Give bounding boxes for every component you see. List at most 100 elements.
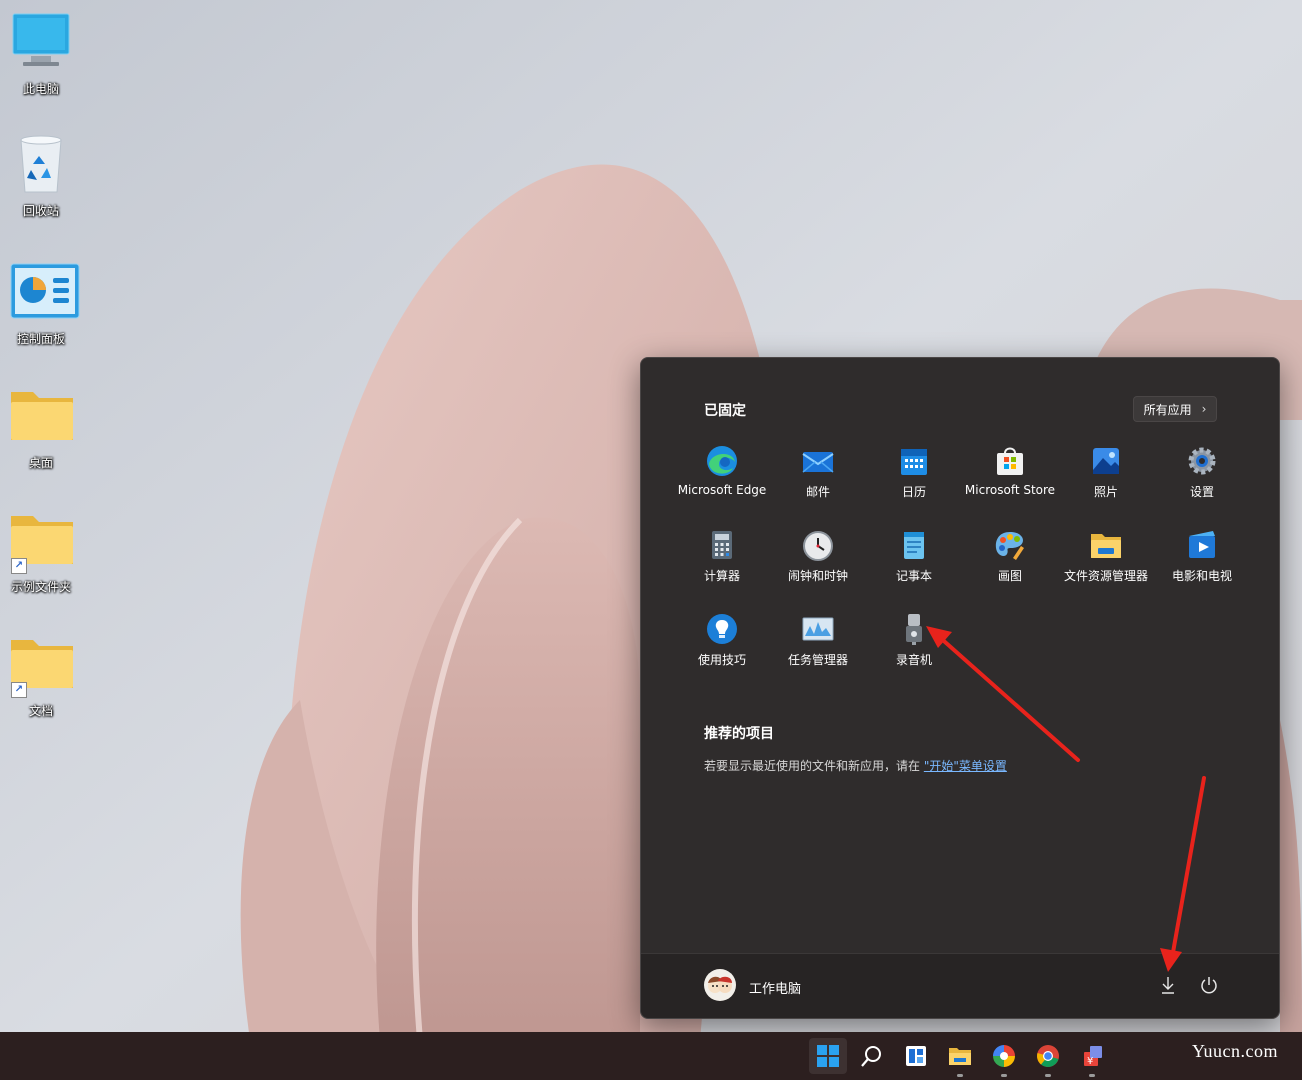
taskbar-start-button[interactable]: [809, 1038, 847, 1074]
file-explorer-icon: [949, 1048, 971, 1065]
taskbar: ¥: [0, 1032, 1302, 1080]
start-menu-footer: 工作电脑: [641, 953, 1279, 1018]
download-icon: [1162, 977, 1174, 994]
user-avatar[interactable]: [704, 969, 736, 1001]
task-manager-icon: [802, 617, 834, 641]
app-label: 计算器: [703, 569, 740, 583]
recycle-bin-icon: [9, 134, 73, 194]
taskbar-chrome-button[interactable]: [1029, 1038, 1067, 1077]
photos-app-icon: [993, 1045, 1015, 1067]
desktop-icon-label: 回收站: [22, 204, 59, 218]
money-app-icon: ¥: [1084, 1046, 1102, 1067]
folder-icon: [9, 386, 73, 446]
folder-shortcut-icon: ↗: [9, 510, 73, 574]
pinned-app-notepad[interactable]: 记事本: [866, 528, 962, 598]
shortcut-arrow-icon: ↗: [11, 682, 27, 698]
pinned-app-clock[interactable]: 闹钟和时钟: [770, 528, 866, 598]
desktop-icon-label: 此电脑: [22, 82, 59, 96]
svg-text:¥: ¥: [1087, 1056, 1093, 1067]
clock-icon: [803, 531, 833, 561]
pinned-app-photos[interactable]: 照片: [1058, 444, 1154, 514]
running-indicator: [957, 1074, 963, 1077]
power-icon: [1201, 977, 1217, 994]
pinned-app-calendar[interactable]: 日历: [866, 444, 962, 514]
desktop-icon-documents[interactable]: ↗ 文档: [4, 634, 78, 719]
pinned-app-paint[interactable]: 画图: [962, 528, 1058, 598]
desktop-icon-control-panel[interactable]: 控制面板: [4, 262, 80, 347]
desktop-icon-recycle-bin[interactable]: 回收站: [4, 134, 78, 219]
taskbar-widgets-button[interactable]: [897, 1038, 935, 1074]
recommended-hint-text: 若要显示最近使用的文件和新应用，请在: [704, 759, 924, 773]
download-button[interactable]: [1157, 974, 1179, 996]
pinned-app-calculator[interactable]: 计算器: [674, 528, 770, 598]
chevron-right-icon: ›: [1201, 402, 1207, 416]
pinned-section-title: 已固定: [704, 403, 746, 419]
recommended-section-title: 推荐的项目: [704, 726, 774, 742]
taskbar-photos-app-button[interactable]: [985, 1038, 1023, 1077]
pinned-app-voice-recorder[interactable]: 录音机: [866, 612, 962, 682]
running-indicator: [1089, 1074, 1095, 1077]
edge-icon: [707, 446, 737, 476]
recommended-hint: 若要显示最近使用的文件和新应用，请在 "开始"菜单设置: [704, 757, 1007, 774]
pinned-app-tips[interactable]: 使用技巧: [674, 612, 770, 682]
app-label: Microsoft Store: [964, 483, 1056, 497]
calculator-icon: [712, 531, 732, 559]
settings-gear-icon: [1188, 447, 1216, 475]
pinned-app-edge[interactable]: Microsoft Edge: [674, 444, 770, 514]
file-explorer-icon: [1091, 534, 1121, 558]
app-label: 录音机: [895, 653, 932, 667]
start-menu: 已固定 所有应用 › Microsoft Edge 邮件 日历 Microsof…: [640, 357, 1280, 1019]
voice-recorder-icon: [906, 614, 922, 645]
pinned-app-movies-tv[interactable]: 电影和电视: [1154, 528, 1250, 598]
pinned-app-task-manager[interactable]: 任务管理器: [770, 612, 866, 682]
desktop-icon-this-pc[interactable]: 此电脑: [4, 12, 78, 97]
user-name[interactable]: 工作电脑: [749, 978, 801, 997]
power-button[interactable]: [1198, 974, 1220, 996]
photos-icon: [1093, 448, 1119, 474]
pinned-app-settings[interactable]: 设置: [1154, 444, 1250, 514]
app-label: 任务管理器: [787, 653, 848, 667]
desktop-icon-desktop-folder[interactable]: 桌面: [4, 386, 78, 471]
notepad-icon: [904, 532, 924, 559]
desktop-icon-label: 控制面板: [16, 332, 65, 346]
store-icon: [997, 447, 1023, 475]
pinned-app-store[interactable]: Microsoft Store: [962, 444, 1058, 514]
mail-icon: [802, 452, 834, 473]
desktop-icon-sample-folder[interactable]: ↗ 示例文件夹: [4, 510, 78, 595]
pinned-app-file-explorer[interactable]: 文件资源管理器: [1058, 528, 1154, 598]
running-indicator: [1045, 1074, 1051, 1077]
paint-icon: [995, 532, 1024, 560]
app-label: 文件资源管理器: [1063, 569, 1148, 583]
running-indicator: [1001, 1074, 1007, 1077]
taskbar-file-explorer-button[interactable]: [941, 1038, 979, 1077]
app-label: 记事本: [895, 569, 932, 583]
start-settings-link[interactable]: "开始"菜单设置: [924, 759, 1007, 773]
taskbar-money-app-button[interactable]: ¥: [1073, 1038, 1111, 1077]
desktop-icon-label: 示例文件夹: [10, 580, 71, 594]
watermark: Yuucn.com: [1192, 1041, 1278, 1061]
chrome-icon: [1037, 1045, 1059, 1067]
folder-shortcut-icon: ↗: [9, 634, 73, 698]
app-label: 画图: [997, 569, 1022, 583]
calendar-icon: [901, 449, 927, 475]
taskbar-search-button[interactable]: [853, 1038, 891, 1074]
shortcut-arrow-icon: ↗: [11, 558, 27, 574]
search-icon: [861, 1046, 881, 1067]
all-apps-label: 所有应用: [1143, 402, 1192, 417]
app-label: 照片: [1093, 485, 1118, 499]
desktop-icon-label: 桌面: [28, 456, 53, 470]
all-apps-button[interactable]: 所有应用 ›: [1133, 396, 1217, 422]
movies-tv-icon: [1189, 531, 1215, 558]
app-label: Microsoft Edge: [677, 483, 767, 497]
app-label: 电影和电视: [1171, 569, 1232, 583]
app-label: 邮件: [805, 485, 830, 499]
app-label: 闹钟和时钟: [787, 569, 848, 583]
pinned-app-mail[interactable]: 邮件: [770, 444, 866, 514]
control-panel-icon: [9, 262, 80, 322]
desktop-icon-label: 文档: [28, 704, 53, 718]
widgets-icon: [906, 1046, 926, 1066]
tips-icon: [707, 614, 737, 644]
app-label: 使用技巧: [697, 653, 746, 667]
start-icon: [817, 1045, 839, 1067]
computer-icon: [9, 12, 73, 72]
